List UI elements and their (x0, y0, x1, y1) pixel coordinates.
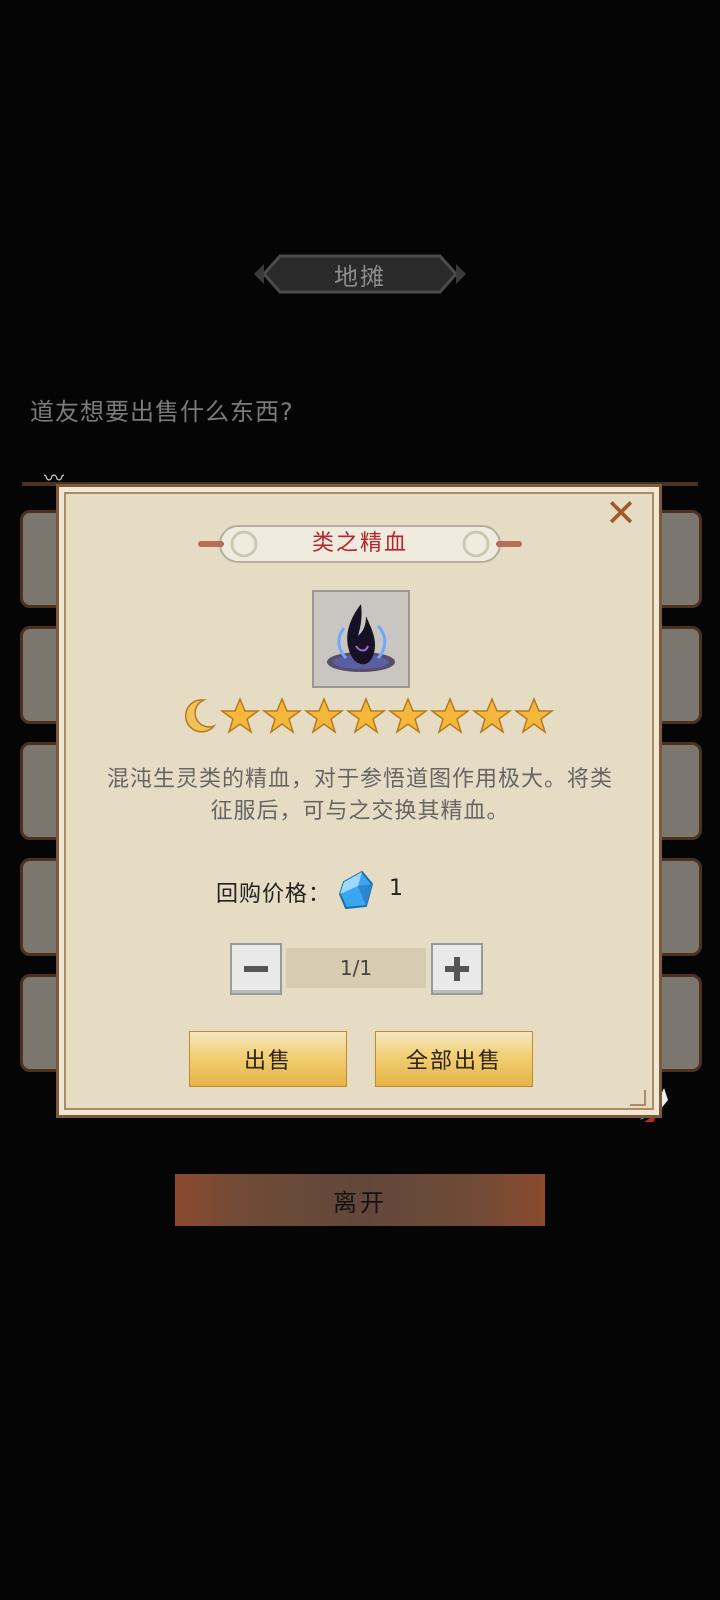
leave-button[interactable]: 离开 (175, 1174, 545, 1226)
black-flame-icon (327, 604, 395, 672)
star-icon (219, 696, 261, 736)
page-title-plate: 地摊 (250, 250, 470, 298)
minus-icon (244, 966, 268, 972)
star-icon (513, 696, 555, 736)
star-icon (303, 696, 345, 736)
sell-button[interactable]: 出售 (189, 1031, 347, 1087)
item-icon-frame (312, 590, 410, 688)
star-icon (261, 696, 303, 736)
quantity-decrease-button[interactable] (230, 943, 282, 995)
sell-prompt: 道友想要出售什么东西? (30, 398, 294, 426)
buyback-price-value: 1 (389, 876, 403, 901)
dialog-corner (630, 1090, 646, 1106)
sell-all-button-label: 全部出售 (405, 1049, 502, 1074)
moon-icon (178, 696, 218, 736)
buyback-price-label: 回购价格： (216, 882, 332, 907)
quantity-display: 1/1 (286, 948, 426, 988)
star-icon (345, 696, 387, 736)
star-icon (429, 696, 471, 736)
close-icon: ✕ (605, 491, 637, 535)
quantity-increase-button[interactable] (431, 943, 483, 995)
plus-icon (445, 957, 469, 981)
dialog-corner (64, 492, 80, 508)
item-description: 混沌生灵类的精血，对于参悟道图作用极大。将类征服后，可与之交换其精血。 (106, 767, 613, 824)
item-name: 类之精血 (311, 531, 408, 556)
star-icon (387, 696, 429, 736)
item-rating (178, 696, 555, 736)
blue-crystal-icon (336, 868, 376, 912)
leave-button-label: 离开 (333, 1188, 387, 1217)
sell-all-button[interactable]: 全部出售 (375, 1031, 533, 1087)
close-button[interactable]: ✕ (600, 492, 642, 534)
item-title-banner: 类之精血 (198, 522, 522, 566)
star-icon (471, 696, 513, 736)
page-title: 地摊 (334, 262, 386, 291)
sell-button-label: 出售 (243, 1049, 292, 1074)
